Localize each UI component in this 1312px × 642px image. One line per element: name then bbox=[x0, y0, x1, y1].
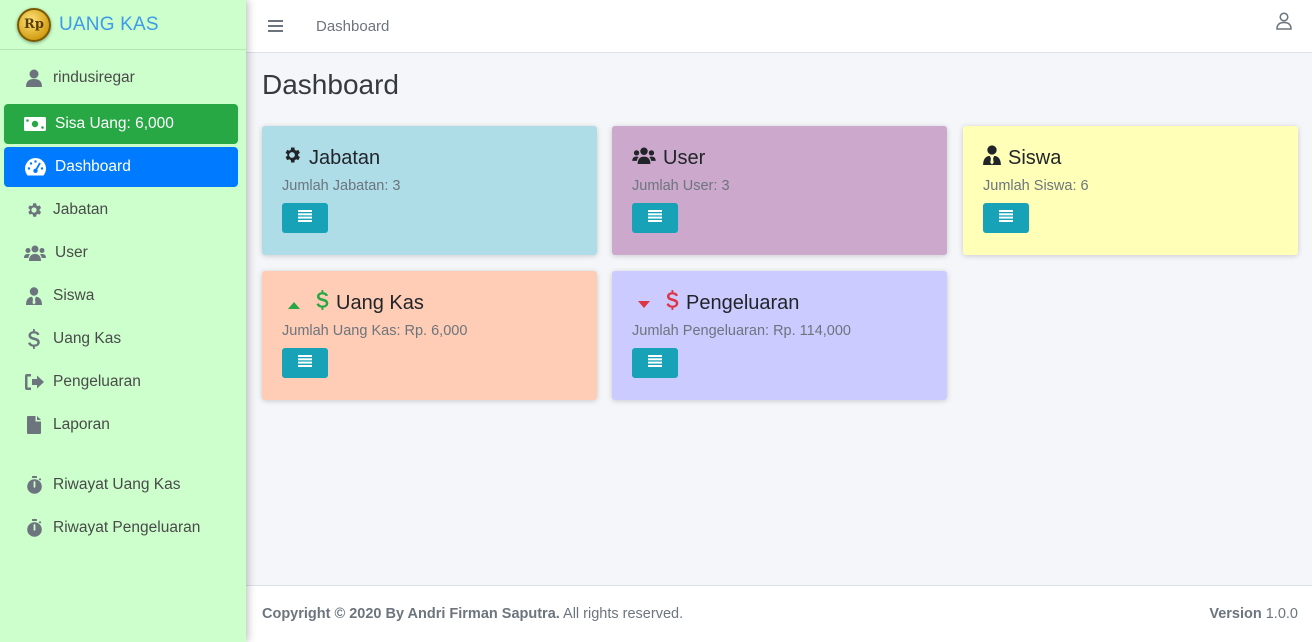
card-uang-kas: Uang Kas Jumlah Uang Kas: Rp. 6,000 bbox=[262, 271, 597, 400]
main-content: Dashboard Jabatan Jumlah Jabatan: 3 User… bbox=[262, 53, 1302, 400]
brand-link[interactable]: Rp UANG KAS bbox=[0, 0, 246, 50]
sidebar-item-riwayat-pengeluaran[interactable]: Riwayat Pengeluaran bbox=[4, 508, 238, 548]
card-title: Pengeluaran bbox=[686, 291, 800, 314]
user-panel[interactable]: rindusiregar bbox=[4, 54, 238, 102]
card-jabatan: Jabatan Jumlah Jabatan: 3 bbox=[262, 126, 597, 255]
list-icon bbox=[999, 209, 1013, 227]
sidebar: Rp UANG KAS rindusiregar Sisa Uang: 6,00… bbox=[0, 0, 246, 642]
card-text: Jumlah User: 3 bbox=[632, 178, 730, 194]
card-title: Uang Kas bbox=[336, 291, 424, 314]
money-bill-icon bbox=[24, 114, 46, 134]
sidebar-item-label: Pengeluaran bbox=[53, 373, 141, 390]
brand-name: UANG KAS bbox=[59, 13, 159, 35]
sidebar-item-label: Jabatan bbox=[53, 201, 109, 218]
sidebar-item-user[interactable]: User bbox=[4, 233, 238, 273]
list-icon bbox=[298, 209, 312, 227]
sidebar-item-laporan[interactable]: Laporan bbox=[4, 405, 238, 445]
balance-label: Sisa Uang: 6,000 bbox=[55, 115, 174, 132]
list-icon bbox=[648, 209, 662, 227]
sidebar-item-siswa[interactable]: Siswa bbox=[4, 276, 238, 316]
sidebar-item-label: Dashboard bbox=[55, 158, 131, 175]
siswa-list-button[interactable] bbox=[983, 203, 1029, 233]
caret-up-icon bbox=[288, 292, 307, 315]
user-menu-icon[interactable] bbox=[1276, 12, 1292, 35]
sidebar-item-uang-kas[interactable]: Uang Kas bbox=[4, 319, 238, 359]
uang-kas-list-button[interactable] bbox=[282, 348, 328, 378]
username: rindusiregar bbox=[53, 69, 135, 86]
top-navbar: Dashboard bbox=[246, 0, 1312, 53]
sidebar-item-riwayat-uang-kas[interactable]: Riwayat Uang Kas bbox=[4, 465, 238, 505]
card-pengeluaran: Pengeluaran Jumlah Pengeluaran: Rp. 114,… bbox=[612, 271, 947, 400]
card-title: Siswa bbox=[1008, 146, 1062, 169]
copyright: Copyright © 2020 By Andri Firman Saputra… bbox=[262, 606, 683, 622]
sidebar-item-label: Laporan bbox=[53, 416, 110, 433]
user-tie-icon bbox=[24, 286, 44, 306]
sidebar-item-label: Siswa bbox=[53, 287, 95, 304]
card-title: Jabatan bbox=[309, 146, 381, 169]
balance-badge[interactable]: Sisa Uang: 6,000 bbox=[4, 104, 238, 144]
dollar-icon bbox=[316, 290, 336, 316]
user-icon bbox=[24, 68, 44, 88]
gear-icon bbox=[24, 200, 44, 220]
users-icon bbox=[632, 147, 663, 170]
tachometer-icon bbox=[24, 157, 46, 177]
sidebar-item-jabatan[interactable]: Jabatan bbox=[4, 190, 238, 230]
card-title: User bbox=[663, 146, 706, 169]
brand-logo: Rp bbox=[17, 7, 51, 42]
user-tie-icon bbox=[983, 145, 1008, 171]
copyright-rest: All rights reserved. bbox=[559, 606, 684, 622]
card-text: Jumlah Pengeluaran: Rp. 114,000 bbox=[632, 323, 851, 339]
stopwatch-icon bbox=[24, 518, 44, 538]
dollar-icon bbox=[24, 329, 44, 349]
list-icon bbox=[298, 354, 312, 372]
user-list-button[interactable] bbox=[632, 203, 678, 233]
jabatan-list-button[interactable] bbox=[282, 203, 328, 233]
users-icon bbox=[24, 243, 46, 263]
pengeluaran-list-button[interactable] bbox=[632, 348, 678, 378]
menu-toggle-icon[interactable] bbox=[268, 17, 286, 35]
sign-out-icon bbox=[24, 372, 44, 392]
card-user: User Jumlah User: 3 bbox=[612, 126, 947, 255]
caret-down-icon bbox=[638, 292, 657, 315]
card-siswa: Siswa Jumlah Siswa: 6 bbox=[963, 126, 1298, 255]
version: Version 1.0.0 bbox=[1209, 606, 1298, 622]
file-icon bbox=[24, 415, 44, 435]
footer: Copyright © 2020 By Andri Firman Saputra… bbox=[246, 585, 1312, 642]
card-text: Jumlah Siswa: 6 bbox=[983, 178, 1089, 194]
version-label: Version bbox=[1209, 606, 1262, 622]
copyright-bold: Copyright © 2020 By Andri Firman Saputra… bbox=[262, 606, 560, 622]
card-text: Jumlah Uang Kas: Rp. 6,000 bbox=[282, 323, 468, 339]
page-title: Dashboard bbox=[262, 69, 399, 100]
gear-icon bbox=[282, 145, 309, 171]
nav-divider bbox=[0, 448, 246, 465]
breadcrumb-dashboard[interactable]: Dashboard bbox=[316, 18, 389, 35]
version-value: 1.0.0 bbox=[1261, 606, 1298, 622]
sidebar-item-dashboard[interactable]: Dashboard bbox=[4, 147, 238, 187]
sidebar-item-label: Riwayat Uang Kas bbox=[53, 476, 181, 493]
sidebar-item-label: User bbox=[55, 244, 88, 261]
stopwatch-icon bbox=[24, 475, 44, 495]
list-icon bbox=[648, 354, 662, 372]
card-text: Jumlah Jabatan: 3 bbox=[282, 178, 401, 194]
sidebar-item-label: Riwayat Pengeluaran bbox=[53, 519, 201, 536]
dollar-icon bbox=[666, 290, 686, 316]
sidebar-item-label: Uang Kas bbox=[53, 330, 122, 347]
sidebar-item-pengeluaran[interactable]: Pengeluaran bbox=[4, 362, 238, 402]
